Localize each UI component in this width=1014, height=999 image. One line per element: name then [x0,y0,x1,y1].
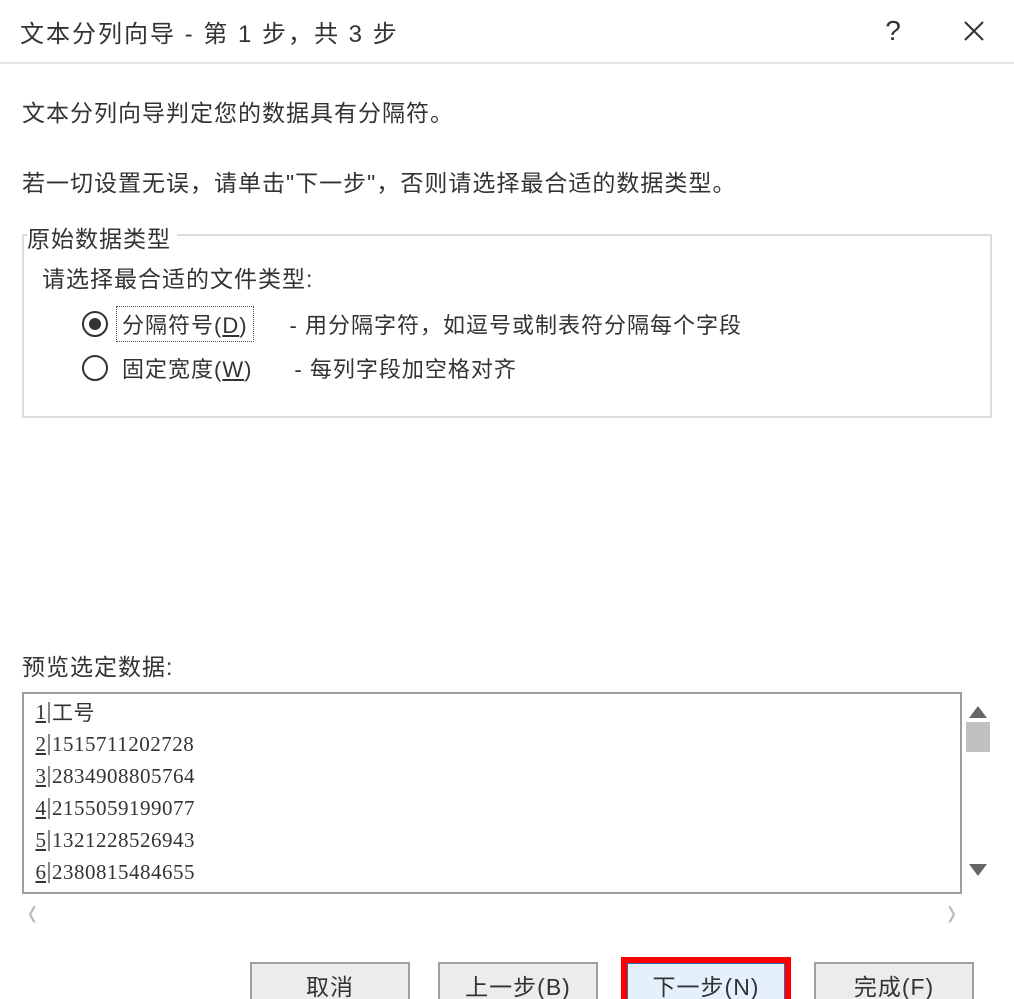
horizontal-scrollbar[interactable]: ‹ › [22,896,962,926]
preview-table: 1工号 21515711202728 32834908805764 421550… [26,696,195,888]
group-legend: 原始数据类型 [27,220,177,254]
next-button[interactable]: 下一步(N) [626,962,786,999]
scroll-thumb[interactable] [966,722,990,752]
radio-fixed-width-row[interactable]: 固定宽度(W) - 每列字段加空格对齐 [82,352,982,384]
table-row: 21515711202728 [26,728,195,760]
intro-text-2: 若一切设置无误，请单击"下一步"，否则请选择最合适的数据类型。 [22,164,992,198]
radio-delimited-desc: - 用分隔字符，如逗号或制表符分隔每个字段 [290,308,742,340]
radio-delimited-row[interactable]: 分隔符号(D) - 用分隔字符，如逗号或制表符分隔每个字段 [82,308,982,340]
table-row: 32834908805764 [26,760,195,792]
scroll-track[interactable] [964,718,992,864]
radio-fixed-width-desc: - 每列字段加空格对齐 [294,352,516,384]
radio-delimited-label: 分隔符号(D) [118,308,252,340]
help-button[interactable]: ? [854,0,934,62]
close-icon [963,20,985,42]
back-button[interactable]: 上一步(B) [438,962,598,999]
scroll-up-icon[interactable] [969,706,987,718]
cancel-button[interactable]: 取消 [250,962,410,999]
vertical-scrollbar[interactable] [964,692,992,890]
preview-box: 1工号 21515711202728 32834908805764 421550… [22,692,962,894]
group-prompt: 请选择最合适的文件类型: [42,260,982,294]
table-row: 42155059199077 [26,792,195,824]
radio-fixed-width-label: 固定宽度(W) [118,352,256,384]
button-row: 取消 上一步(B) 下一步(N) 完成(F) [22,962,992,999]
radio-delimited-indicator[interactable] [82,311,108,337]
finish-button[interactable]: 完成(F) [814,962,974,999]
client-area: 文本分列向导判定您的数据具有分隔符。 若一切设置无误，请单击"下一步"，否则请选… [0,64,1014,999]
scroll-right-icon[interactable]: › [947,890,956,932]
scroll-left-icon[interactable]: ‹ [28,890,37,932]
table-row: 62380815484655 [26,856,195,888]
window-title: 文本分列向导 - 第 1 步，共 3 步 [20,14,854,49]
radio-fixed-width-indicator[interactable] [82,355,108,381]
preview-area: 1工号 21515711202728 32834908805764 421550… [22,692,992,926]
preview-label: 预览选定数据: [22,648,992,682]
table-row: 1工号 [26,696,195,728]
radio-dot-icon [89,318,101,330]
title-bar: 文本分列向导 - 第 1 步，共 3 步 ? [0,0,1014,64]
table-row: 51321228526943 [26,824,195,856]
intro-text-1: 文本分列向导判定您的数据具有分隔符。 [22,94,992,128]
original-data-type-group: 原始数据类型 请选择最合适的文件类型: 分隔符号(D) - 用分隔字符，如逗号或… [22,234,992,418]
close-button[interactable] [934,0,1014,62]
scroll-down-icon[interactable] [969,864,987,876]
